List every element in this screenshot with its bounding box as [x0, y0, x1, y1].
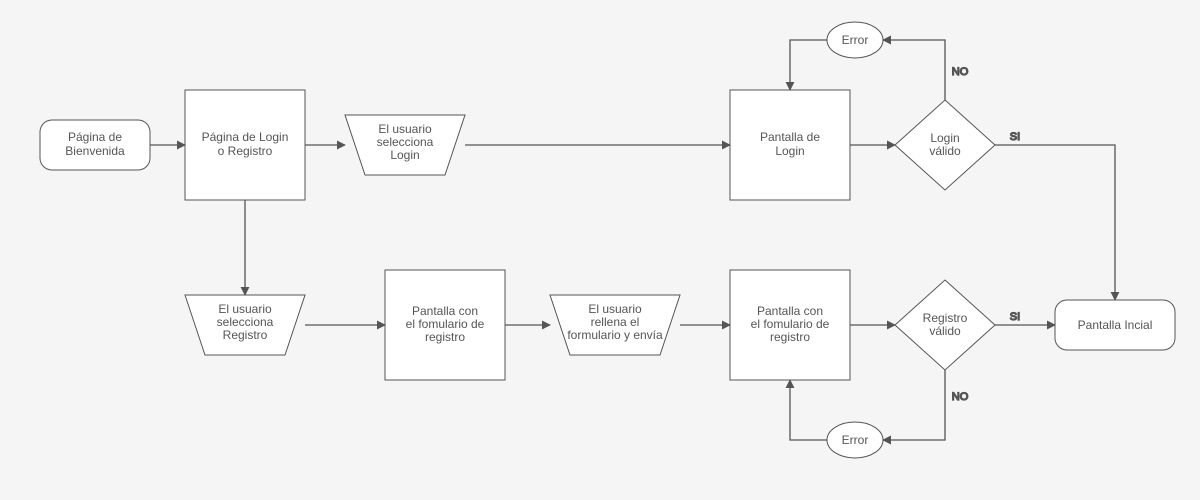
edge-loginvalid-si-to-initial: [995, 145, 1115, 300]
node-login-valid-label: Loginválido: [929, 131, 961, 158]
edge-label-reg-no: NO: [952, 391, 969, 403]
edge-label-reg-si: SI: [1010, 311, 1020, 323]
edge-regvalid-no-to-error: [883, 370, 945, 440]
edge-label-login-si: SI: [1010, 131, 1020, 143]
node-initial-screen-label: Pantalla Incial: [1078, 318, 1153, 332]
node-register-error-label: Error: [842, 433, 869, 447]
node-login-error-label: Error: [842, 33, 869, 47]
edge-regerror-to-regform2: [790, 380, 827, 440]
edge-loginerror-to-loginscreen: [790, 40, 827, 90]
node-select-register-label: El usuarioseleccionaRegistro: [217, 302, 274, 342]
edge-loginvalid-no-to-error: [883, 40, 945, 100]
node-welcome-label: Página deBienvenida: [65, 130, 125, 158]
edge-label-login-no: NO: [952, 66, 969, 78]
